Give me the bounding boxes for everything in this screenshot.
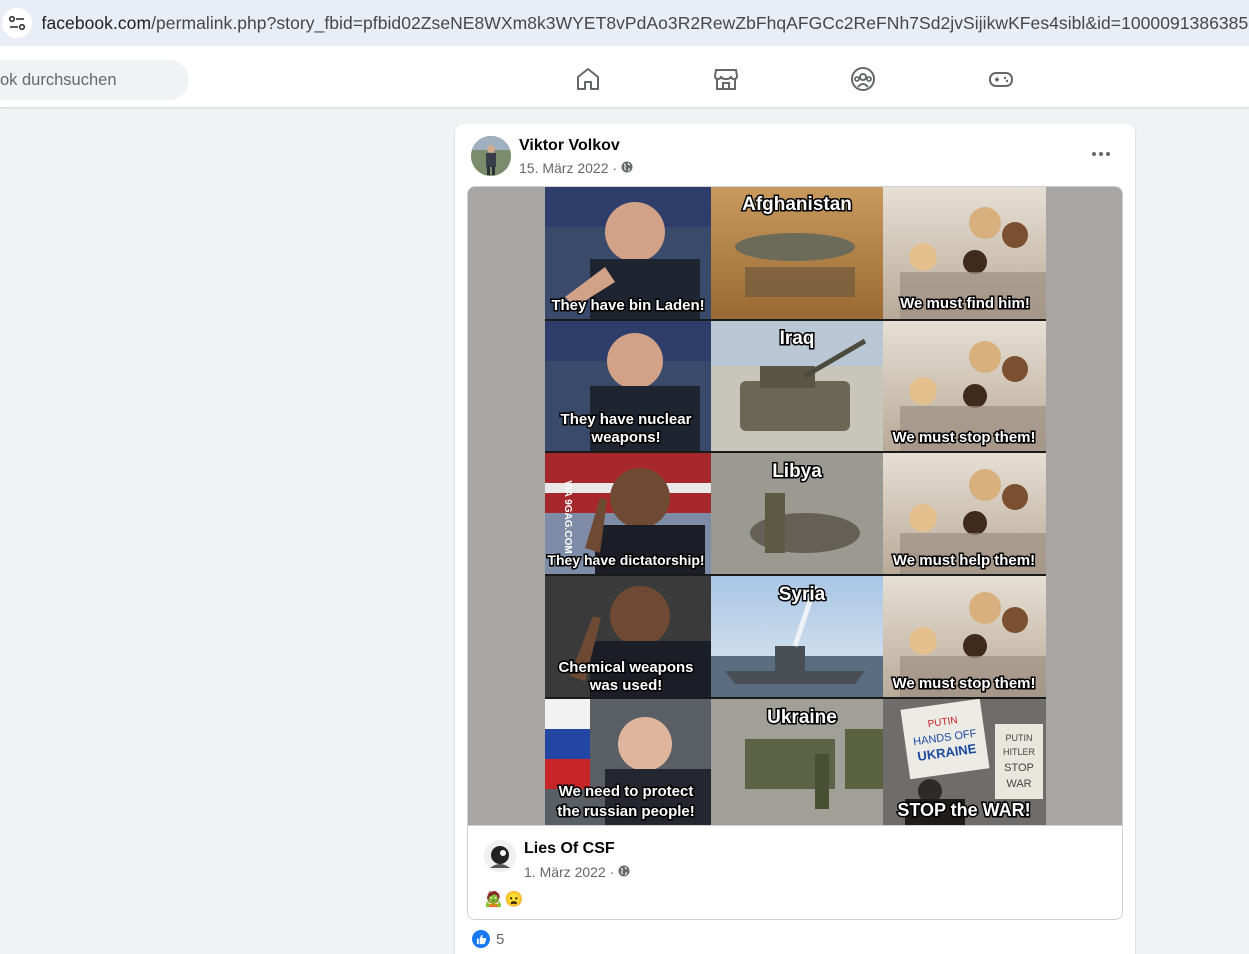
more-options-icon[interactable] bbox=[1089, 146, 1113, 162]
caption-place-1: Afghanistan bbox=[742, 194, 852, 215]
caption-left-3: They have dictatorship! bbox=[547, 552, 704, 568]
post-date[interactable]: 15. März 2022 bbox=[519, 160, 609, 176]
shared-post[interactable]: PUTIN HANDS OFF UKRAINE PUTIN HITLER STO… bbox=[467, 186, 1123, 920]
sign2-line-1: PUTIN bbox=[1006, 733, 1033, 743]
caption-left-5b: the russian people! bbox=[557, 803, 695, 820]
sign2-line-2: HITLER bbox=[1003, 747, 1036, 757]
search-placeholder: ok durchsuchen bbox=[0, 70, 117, 89]
shared-post-footer: Lies Of CSF 1. März 2022 · 🧟 😦 bbox=[468, 825, 1122, 919]
shared-post-date[interactable]: 1. März 2022 bbox=[524, 864, 606, 880]
url-text[interactable]: facebook.com/permalink.php?story_fbid=pf… bbox=[42, 13, 1249, 34]
reaction-summary[interactable]: 5 bbox=[472, 930, 504, 948]
like-icon bbox=[472, 930, 490, 948]
caption-left-1: They have bin Laden! bbox=[551, 297, 704, 314]
caption-left-4a: Chemical weapons bbox=[558, 659, 693, 676]
caption-right-2: We must stop them! bbox=[892, 429, 1035, 446]
caption-left-2b: weapons! bbox=[590, 429, 660, 446]
url-path: /permalink.php?story_fbid=pfbid02ZseNE8W… bbox=[151, 12, 1249, 33]
globe-icon bbox=[621, 160, 633, 176]
home-icon[interactable] bbox=[574, 65, 602, 93]
reaction-count: 5 bbox=[496, 930, 505, 948]
site-info-icon[interactable] bbox=[2, 8, 32, 38]
search-input[interactable]: ok durchsuchen bbox=[0, 60, 189, 100]
shared-author-avatar[interactable] bbox=[484, 840, 516, 872]
url-host: facebook.com bbox=[41, 12, 152, 33]
caption-right-3: We must help them! bbox=[893, 552, 1035, 569]
caption-right-1: We must find him! bbox=[900, 295, 1030, 312]
marketplace-icon[interactable] bbox=[712, 65, 740, 93]
groups-icon[interactable] bbox=[849, 65, 877, 93]
watermark: VIA 9GAG.COM bbox=[562, 480, 573, 554]
author-avatar[interactable] bbox=[471, 136, 511, 176]
shared-post-text: 🧟 😦 bbox=[484, 890, 523, 908]
sign2-line-4: WAR bbox=[1006, 778, 1031, 790]
facebook-header: ok durchsuchen bbox=[0, 46, 1249, 108]
author-name[interactable]: Viktor Volkov bbox=[519, 137, 620, 155]
caption-right-5: STOP the WAR! bbox=[897, 800, 1030, 820]
globe-icon bbox=[618, 864, 630, 880]
zombie-emoji: 🧟 bbox=[484, 891, 503, 908]
sign2-line-3: STOP bbox=[1004, 762, 1034, 774]
browser-address-bar[interactable]: facebook.com/permalink.php?story_fbid=pf… bbox=[0, 0, 1249, 46]
caption-left-5a: We need to protect bbox=[559, 783, 694, 800]
caption-left-2a: They have nuclear bbox=[561, 411, 692, 428]
meta-separator: · bbox=[612, 160, 618, 176]
caption-right-4: We must stop them! bbox=[892, 675, 1035, 692]
gaming-icon[interactable] bbox=[987, 65, 1015, 93]
shared-author-name[interactable]: Lies Of CSF bbox=[524, 840, 615, 858]
caption-place-2: Iraq bbox=[780, 328, 815, 349]
post-meta: 15. März 2022 · bbox=[519, 160, 633, 176]
shared-post-meta: 1. März 2022 · bbox=[524, 864, 630, 880]
frowning-emoji: 😦 bbox=[504, 891, 524, 908]
caption-place-4: Syria bbox=[779, 584, 826, 605]
caption-left-4b: was used! bbox=[589, 677, 663, 694]
caption-place-3: Libya bbox=[772, 461, 822, 482]
meme-image[interactable]: PUTIN HANDS OFF UKRAINE PUTIN HITLER STO… bbox=[545, 187, 1046, 825]
caption-place-5: Ukraine bbox=[767, 707, 837, 728]
shared-meta-separator: · bbox=[609, 864, 615, 880]
post-card: Viktor Volkov 15. März 2022 · PUTIN HAND… bbox=[455, 124, 1135, 954]
